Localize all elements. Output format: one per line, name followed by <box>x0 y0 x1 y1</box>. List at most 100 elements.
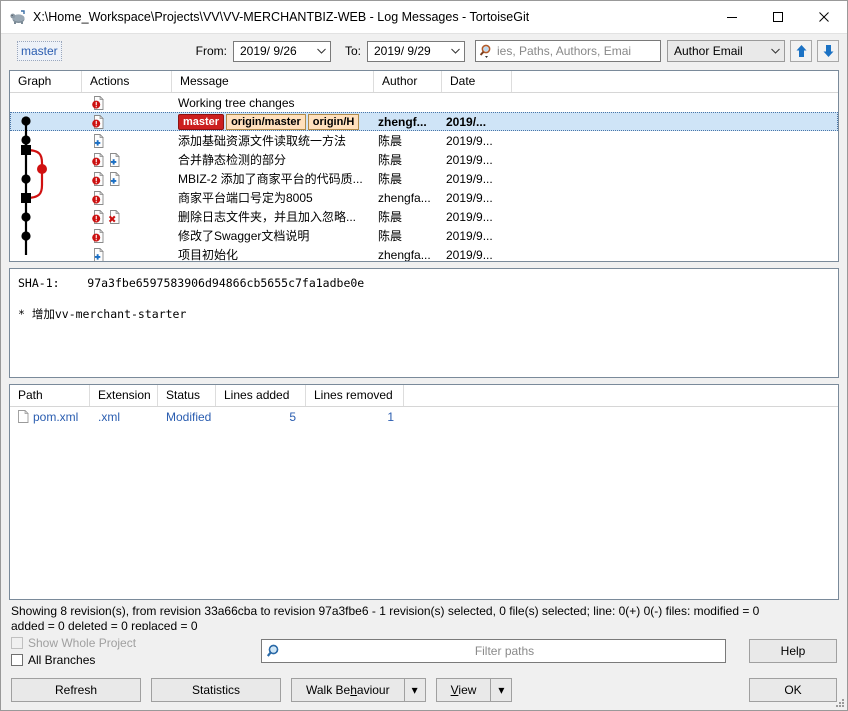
maximize-button[interactable] <box>755 1 801 33</box>
log-cell-graph <box>10 207 82 226</box>
close-button[interactable] <box>801 1 847 33</box>
search-scope-value: Author Email <box>674 44 743 58</box>
log-cell-graph <box>10 93 82 112</box>
log-cell-graph <box>10 245 82 261</box>
log-cell-graph <box>10 226 82 245</box>
log-cell-author: zhengf... <box>378 114 427 129</box>
log-list-header: Graph Actions Message Author Date <box>10 71 838 93</box>
maximize-icon <box>773 12 783 22</box>
log-cell-actions <box>82 169 172 188</box>
commit-sha-line: SHA-1: 97a3fbe6597583906d94866cb5655c7fa… <box>18 275 830 292</box>
minimize-button[interactable] <box>709 1 755 33</box>
log-row[interactable]: 添加基础资源文件读取统一方法 陈晨 2019/9... <box>10 131 838 150</box>
file-cell-status: Modified <box>166 409 212 424</box>
help-button[interactable]: Help <box>749 639 837 663</box>
find-next-button[interactable] <box>817 40 839 62</box>
added-file-icon <box>110 152 120 167</box>
log-cell-graph <box>10 188 82 207</box>
arrow-down-icon <box>823 45 833 57</box>
ok-button[interactable]: OK <box>749 678 837 702</box>
log-row[interactable]: Working tree changes <box>10 93 838 112</box>
log-row[interactable]: MBIZ-2 添加了商家平台的代码质... 陈晨 2019/9... <box>10 169 838 188</box>
commit-message-body: * 增加vv-merchant-starter <box>18 307 187 321</box>
log-cell-actions <box>82 226 172 245</box>
commit-detail-pane[interactable]: SHA-1: 97a3fbe6597583906d94866cb5655c7fa… <box>9 268 839 378</box>
ref-label-remote[interactable]: origin/master <box>226 113 306 130</box>
statistics-button[interactable]: Statistics <box>151 678 281 702</box>
log-row[interactable]: 商家平台端口号定为8005 zhengfa... 2019/9... <box>10 188 838 207</box>
log-row[interactable]: 项目初始化 zhengfa... 2019/9... <box>10 245 838 262</box>
log-row[interactable]: 修改了Swagger文档说明 陈晨 2019/9... <box>10 226 838 245</box>
log-column-graph[interactable]: Graph <box>10 71 82 92</box>
modified-file-icon <box>92 114 104 129</box>
file-rows: pom.xml .xml Modified 5 1 <box>10 407 838 426</box>
added-file-icon <box>94 133 104 148</box>
log-list[interactable]: Graph Actions Message Author Date Workin… <box>9 70 839 262</box>
file-column-path[interactable]: Path <box>10 385 90 406</box>
log-row[interactable]: 合并静态检测的部分 陈晨 2019/9... <box>10 150 838 169</box>
find-previous-button[interactable] <box>790 40 812 62</box>
log-column-actions[interactable]: Actions <box>82 71 172 92</box>
checkbox-icon <box>11 653 23 666</box>
file-cell-path: pom.xml <box>10 407 90 426</box>
modified-file-icon <box>92 171 104 186</box>
show-whole-project-checkbox[interactable]: Show Whole Project <box>11 636 261 650</box>
view-button[interactable]: View <box>435 678 491 702</box>
file-row[interactable]: pom.xml .xml Modified 5 1 <box>10 407 838 426</box>
from-label: From: <box>195 44 227 58</box>
modified-file-icon <box>92 190 104 205</box>
log-cell-author: 陈晨 <box>378 210 403 224</box>
log-cell-graph <box>10 112 82 131</box>
file-column-extension[interactable]: Extension <box>90 385 158 406</box>
log-cell-actions <box>82 93 172 112</box>
log-cell-message: 项目初始化 <box>178 248 239 262</box>
file-cell-lines-added: 5 <box>289 409 296 424</box>
file-column-lines-removed[interactable]: Lines removed <box>306 385 404 406</box>
to-date-picker[interactable]: 2019/ 9/29 <box>367 40 465 62</box>
view-split-button[interactable]: View ▾ <box>435 678 513 702</box>
chevron-down-icon <box>447 42 464 61</box>
all-branches-checkbox[interactable]: All Branches <box>11 653 261 667</box>
minimize-icon <box>727 17 737 18</box>
filter-toolbar: master From: 2019/ 9/26 To: 2019/ 9/29 i… <box>1 34 847 68</box>
file-column-status[interactable]: Status <box>158 385 216 406</box>
log-cell-date: 2019/9... <box>446 171 493 186</box>
log-cell-message: 修改了Swagger文档说明 <box>178 229 310 243</box>
search-input[interactable]: ies, Paths, Authors, Emai <box>475 40 661 62</box>
log-column-date[interactable]: Date <box>442 71 512 92</box>
log-cell-actions <box>82 245 172 261</box>
log-row[interactable]: 删除日志文件夹，并且加入忽略... 陈晨 2019/9... <box>10 207 838 226</box>
walk-behaviour-button[interactable]: Walk Behaviour <box>291 678 404 702</box>
filter-paths-input[interactable]: Filter paths <box>261 639 726 663</box>
resize-grip-icon[interactable] <box>833 696 845 708</box>
file-column-lines-added[interactable]: Lines added <box>216 385 306 406</box>
view-dropdown[interactable]: ▾ <box>490 678 513 702</box>
log-row[interactable]: master origin/master origin/H zhengf... 2019… <box>10 112 838 131</box>
log-cell-message: MBIZ-2 添加了商家平台的代码质... <box>178 172 363 186</box>
log-cell-author: zhengfa... <box>378 247 431 262</box>
ref-label-clipped[interactable]: origin/H <box>307 113 360 130</box>
search-scope-select[interactable]: Author Email <box>667 40 785 62</box>
refresh-button[interactable]: Refresh <box>11 678 141 702</box>
all-branches-label: All Branches <box>28 652 96 667</box>
log-messages-window: X:\Home_Workspace\Projects\VV\VV-MERCHAN… <box>0 0 848 711</box>
file-column-filler <box>404 385 838 406</box>
log-column-author[interactable]: Author <box>374 71 442 92</box>
added-file-icon <box>110 171 120 186</box>
log-cell-graph <box>10 131 82 150</box>
current-branch-link[interactable]: master <box>17 41 62 61</box>
log-cell-actions <box>82 207 172 226</box>
log-column-message[interactable]: Message <box>172 71 374 92</box>
file-icon <box>18 410 29 423</box>
changed-files-list[interactable]: Path Extension Status Lines added Lines … <box>9 384 839 600</box>
log-cell-message: 删除日志文件夹，并且加入忽略... <box>178 210 357 224</box>
walk-behaviour-split-button[interactable]: Walk Behaviour ▾ <box>291 678 426 702</box>
ref-label-local[interactable]: master <box>178 113 225 130</box>
from-date-picker[interactable]: 2019/ 9/26 <box>232 40 331 62</box>
log-cell-author: 陈晨 <box>378 134 403 148</box>
tortoisegit-icon <box>10 10 25 24</box>
search-icon <box>266 644 279 657</box>
log-cell-date: 2019/9... <box>446 209 493 224</box>
chevron-down-icon <box>767 42 784 61</box>
walk-behaviour-dropdown[interactable]: ▾ <box>403 678 426 702</box>
